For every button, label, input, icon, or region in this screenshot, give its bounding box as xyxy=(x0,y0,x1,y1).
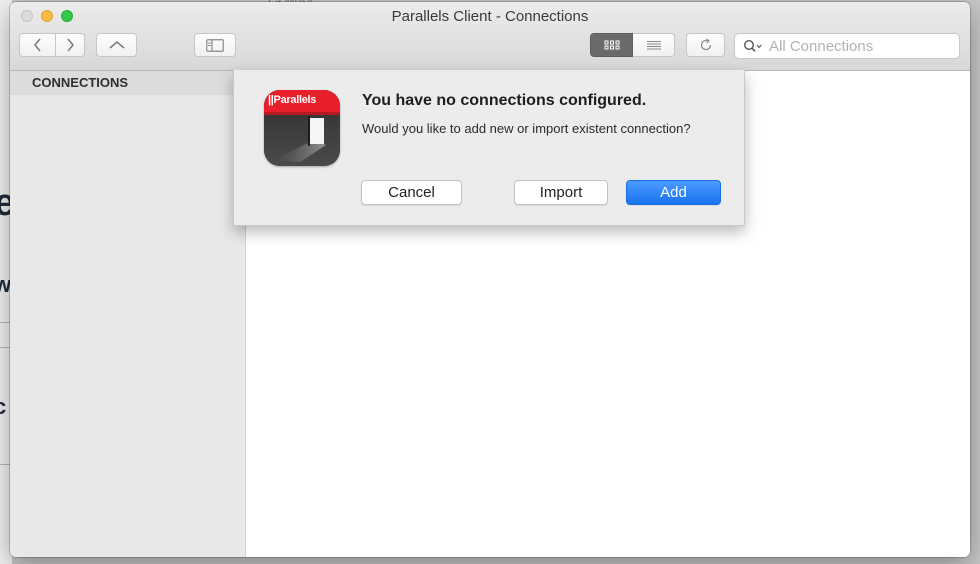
chevron-up-icon xyxy=(109,41,124,49)
search-placeholder: All Connections xyxy=(769,37,874,55)
import-button[interactable]: Import xyxy=(514,180,608,205)
app-icon-label: ||Parallels xyxy=(268,94,317,106)
sidebar-icon xyxy=(206,38,224,52)
grid-view-button[interactable] xyxy=(590,33,633,57)
sidebar: CONNECTIONS xyxy=(10,71,246,557)
background-text-3: c xyxy=(0,394,7,419)
forward-button[interactable] xyxy=(56,33,85,57)
list-view-button[interactable] xyxy=(633,33,675,57)
sidebar-toggle-button[interactable] xyxy=(194,33,236,57)
refresh-button[interactable] xyxy=(686,33,725,57)
grid-icon xyxy=(604,40,619,50)
dialog-message: Would you like to add new or import exis… xyxy=(362,121,691,136)
list-icon xyxy=(646,40,661,49)
up-button[interactable] xyxy=(96,33,137,57)
chevron-left-icon xyxy=(33,38,41,52)
search-field[interactable]: All Connections xyxy=(734,33,960,59)
dialog-title: You have no connections configured. xyxy=(362,92,647,109)
search-icon xyxy=(743,39,762,52)
no-connections-dialog: ||Parallels You have no connections conf… xyxy=(233,70,745,226)
title-bar: Parallels Client - Connections All Conne… xyxy=(10,2,970,71)
window-title: Parallels Client - Connections xyxy=(391,8,589,25)
chevron-right-icon xyxy=(67,38,74,52)
cancel-button[interactable]: Cancel xyxy=(361,180,462,205)
add-button[interactable]: Add xyxy=(626,180,721,205)
app-window: Parallels Client - Connections All Conne… xyxy=(10,2,970,557)
parallels-app-icon: ||Parallels xyxy=(264,90,340,166)
sidebar-header-connections: CONNECTIONS xyxy=(10,71,245,95)
back-button[interactable] xyxy=(19,33,56,57)
refresh-icon xyxy=(700,38,711,51)
